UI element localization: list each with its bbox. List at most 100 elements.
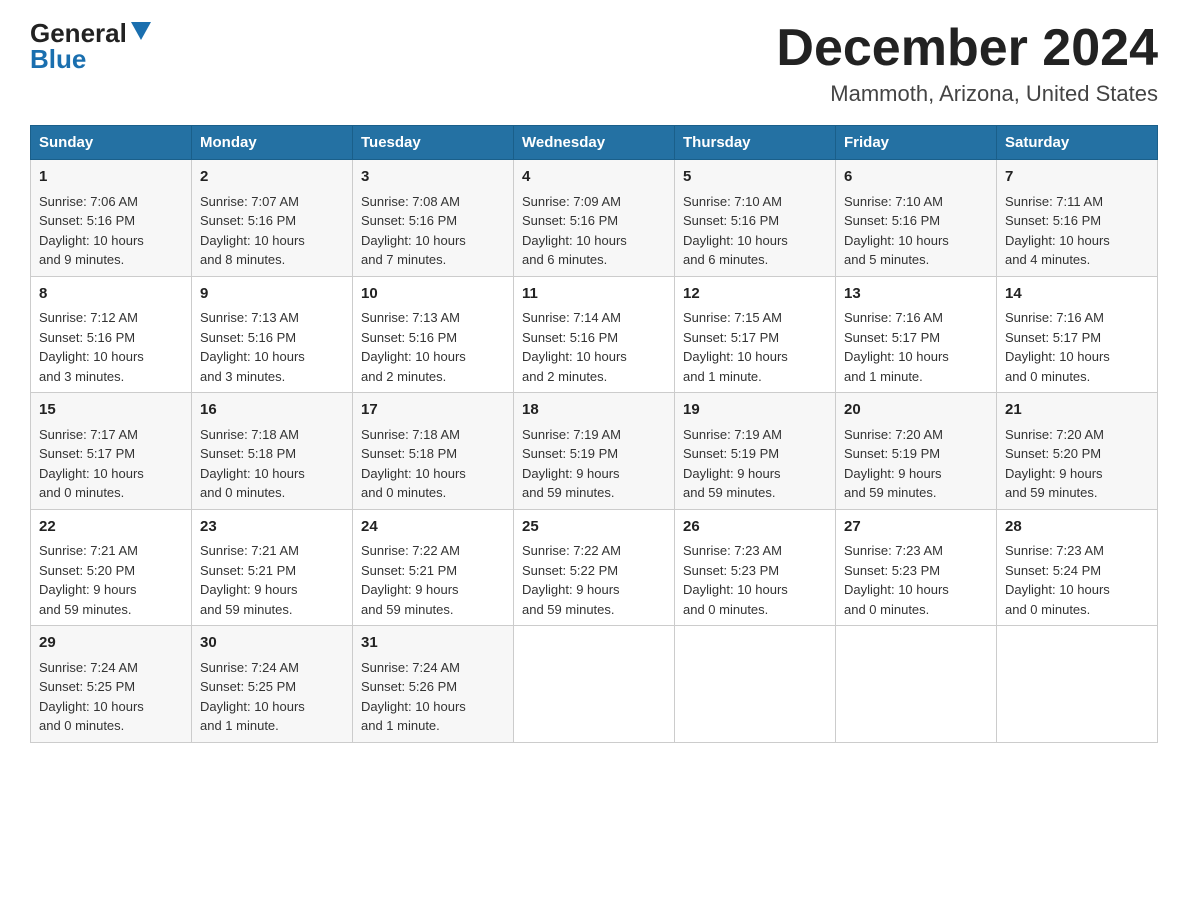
calendar-cell: 16Sunrise: 7:18 AM Sunset: 5:18 PM Dayli… — [192, 393, 353, 510]
day-info: Sunrise: 7:20 AM Sunset: 5:20 PM Dayligh… — [1005, 427, 1104, 501]
logo: General Blue — [30, 20, 151, 72]
day-info: Sunrise: 7:23 AM Sunset: 5:24 PM Dayligh… — [1005, 543, 1110, 617]
calendar-cell: 1 Sunrise: 7:06 AM Sunset: 5:16 PM Daylig… — [31, 160, 192, 277]
day-number: 31 — [361, 632, 505, 655]
calendar-cell: 10 Sunrise: 7:13 AM Sunset: 5:16 PM Dayli… — [353, 276, 514, 393]
day-number: 22 — [39, 516, 183, 539]
day-info: Sunrise: 7:08 AM Sunset: 5:16 PM Dayligh… — [361, 194, 466, 268]
logo-blue-text: Blue — [30, 46, 86, 72]
day-number: 6 — [844, 166, 988, 189]
day-number: 29 — [39, 632, 183, 655]
day-number: 16 — [200, 399, 344, 422]
day-number: 20 — [844, 399, 988, 422]
header-cell-sunday: Sunday — [31, 126, 192, 160]
day-info: Sunrise: 7:22 AM Sunset: 5:21 PM Dayligh… — [361, 543, 460, 617]
day-info: Sunrise: 7:24 AM Sunset: 5:25 PM Dayligh… — [200, 660, 305, 734]
day-info: Sunrise: 7:21 AM Sunset: 5:21 PM Dayligh… — [200, 543, 299, 617]
day-info: Sunrise: 7:16 AM Sunset: 5:17 PM Dayligh… — [1005, 310, 1110, 384]
day-number: 17 — [361, 399, 505, 422]
day-number: 27 — [844, 516, 988, 539]
calendar-cell — [675, 626, 836, 743]
calendar-cell: 12 Sunrise: 7:15 AM Sunset: 5:17 PM Dayli… — [675, 276, 836, 393]
day-info: Sunrise: 7:19 AM Sunset: 5:19 PM Dayligh… — [522, 427, 621, 501]
day-info: Sunrise: 7:06 AM Sunset: 5:16 PM Dayligh… — [39, 194, 144, 268]
calendar-cell: 7 Sunrise: 7:11 AM Sunset: 5:16 PM Daylig… — [997, 160, 1158, 277]
day-number: 25 — [522, 516, 666, 539]
calendar-cell: 22 Sunrise: 7:21 AM Sunset: 5:20 PM Dayli… — [31, 509, 192, 626]
day-info: Sunrise: 7:10 AM Sunset: 5:16 PM Dayligh… — [844, 194, 949, 268]
day-info: Sunrise: 7:22 AM Sunset: 5:22 PM Dayligh… — [522, 543, 621, 617]
calendar-cell: 18 Sunrise: 7:19 AM Sunset: 5:19 PM Dayli… — [514, 393, 675, 510]
day-info: Sunrise: 7:13 AM Sunset: 5:16 PM Dayligh… — [361, 310, 466, 384]
header-row: SundayMondayTuesdayWednesdayThursdayFrid… — [31, 126, 1158, 160]
day-info: Sunrise: 7:07 AM Sunset: 5:16 PM Dayligh… — [200, 194, 305, 268]
day-info: Sunrise: 7:24 AM Sunset: 5:26 PM Dayligh… — [361, 660, 466, 734]
day-number: 10 — [361, 283, 505, 306]
day-info: Sunrise: 7:23 AM Sunset: 5:23 PM Dayligh… — [844, 543, 949, 617]
calendar-cell: 27 Sunrise: 7:23 AM Sunset: 5:23 PM Dayli… — [836, 509, 997, 626]
month-title: December 2024 — [776, 20, 1158, 77]
calendar-cell — [836, 626, 997, 743]
calendar-cell: 26Sunrise: 7:23 AM Sunset: 5:23 PM Dayli… — [675, 509, 836, 626]
calendar-cell: 14Sunrise: 7:16 AM Sunset: 5:17 PM Dayli… — [997, 276, 1158, 393]
calendar-header: SundayMondayTuesdayWednesdayThursdayFrid… — [31, 126, 1158, 160]
calendar-cell: 3Sunrise: 7:08 AM Sunset: 5:16 PM Daylig… — [353, 160, 514, 277]
calendar-cell: 2 Sunrise: 7:07 AM Sunset: 5:16 PM Daylig… — [192, 160, 353, 277]
day-number: 1 — [39, 166, 183, 189]
week-row: 15 Sunrise: 7:17 AM Sunset: 5:17 PM Dayli… — [31, 393, 1158, 510]
page-header: General Blue December 2024 Mammoth, Ariz… — [30, 20, 1158, 107]
day-number: 15 — [39, 399, 183, 422]
calendar-table: SundayMondayTuesdayWednesdayThursdayFrid… — [30, 125, 1158, 743]
calendar-cell: 5 Sunrise: 7:10 AM Sunset: 5:16 PM Daylig… — [675, 160, 836, 277]
calendar-cell: 19Sunrise: 7:19 AM Sunset: 5:19 PM Dayli… — [675, 393, 836, 510]
calendar-cell: 21Sunrise: 7:20 AM Sunset: 5:20 PM Dayli… — [997, 393, 1158, 510]
calendar-cell — [997, 626, 1158, 743]
day-number: 4 — [522, 166, 666, 189]
title-block: December 2024 Mammoth, Arizona, United S… — [776, 20, 1158, 107]
week-row: 22 Sunrise: 7:21 AM Sunset: 5:20 PM Dayli… — [31, 509, 1158, 626]
calendar-cell: 15 Sunrise: 7:17 AM Sunset: 5:17 PM Dayli… — [31, 393, 192, 510]
day-info: Sunrise: 7:18 AM Sunset: 5:18 PM Dayligh… — [361, 427, 466, 501]
calendar-body: 1 Sunrise: 7:06 AM Sunset: 5:16 PM Daylig… — [31, 160, 1158, 743]
day-number: 12 — [683, 283, 827, 306]
header-cell-wednesday: Wednesday — [514, 126, 675, 160]
day-number: 2 — [200, 166, 344, 189]
day-info: Sunrise: 7:12 AM Sunset: 5:16 PM Dayligh… — [39, 310, 144, 384]
day-info: Sunrise: 7:17 AM Sunset: 5:17 PM Dayligh… — [39, 427, 144, 501]
day-number: 9 — [200, 283, 344, 306]
calendar-cell: 30 Sunrise: 7:24 AM Sunset: 5:25 PM Dayli… — [192, 626, 353, 743]
day-info: Sunrise: 7:20 AM Sunset: 5:19 PM Dayligh… — [844, 427, 943, 501]
day-number: 13 — [844, 283, 988, 306]
day-info: Sunrise: 7:24 AM Sunset: 5:25 PM Dayligh… — [39, 660, 144, 734]
calendar-cell: 28 Sunrise: 7:23 AM Sunset: 5:24 PM Dayli… — [997, 509, 1158, 626]
calendar-cell: 20 Sunrise: 7:20 AM Sunset: 5:19 PM Dayli… — [836, 393, 997, 510]
calendar-cell: 17 Sunrise: 7:18 AM Sunset: 5:18 PM Dayli… — [353, 393, 514, 510]
day-number: 7 — [1005, 166, 1149, 189]
day-number: 18 — [522, 399, 666, 422]
day-info: Sunrise: 7:15 AM Sunset: 5:17 PM Dayligh… — [683, 310, 788, 384]
day-info: Sunrise: 7:16 AM Sunset: 5:17 PM Dayligh… — [844, 310, 949, 384]
calendar-cell: 6 Sunrise: 7:10 AM Sunset: 5:16 PM Daylig… — [836, 160, 997, 277]
calendar-cell: 31 Sunrise: 7:24 AM Sunset: 5:26 PM Dayli… — [353, 626, 514, 743]
header-cell-saturday: Saturday — [997, 126, 1158, 160]
day-info: Sunrise: 7:14 AM Sunset: 5:16 PM Dayligh… — [522, 310, 627, 384]
day-info: Sunrise: 7:23 AM Sunset: 5:23 PM Dayligh… — [683, 543, 788, 617]
calendar-cell: 8Sunrise: 7:12 AM Sunset: 5:16 PM Daylig… — [31, 276, 192, 393]
calendar-cell: 4 Sunrise: 7:09 AM Sunset: 5:16 PM Daylig… — [514, 160, 675, 277]
day-number: 5 — [683, 166, 827, 189]
day-info: Sunrise: 7:10 AM Sunset: 5:16 PM Dayligh… — [683, 194, 788, 268]
day-number: 30 — [200, 632, 344, 655]
day-number: 24 — [361, 516, 505, 539]
day-info: Sunrise: 7:11 AM Sunset: 5:16 PM Dayligh… — [1005, 194, 1110, 268]
calendar-cell: 11Sunrise: 7:14 AM Sunset: 5:16 PM Dayli… — [514, 276, 675, 393]
day-number: 28 — [1005, 516, 1149, 539]
header-cell-friday: Friday — [836, 126, 997, 160]
header-cell-tuesday: Tuesday — [353, 126, 514, 160]
calendar-cell: 24 Sunrise: 7:22 AM Sunset: 5:21 PM Dayli… — [353, 509, 514, 626]
day-info: Sunrise: 7:09 AM Sunset: 5:16 PM Dayligh… — [522, 194, 627, 268]
logo-triangle-icon — [131, 22, 151, 40]
day-info: Sunrise: 7:21 AM Sunset: 5:20 PM Dayligh… — [39, 543, 138, 617]
week-row: 8Sunrise: 7:12 AM Sunset: 5:16 PM Daylig… — [31, 276, 1158, 393]
day-info: Sunrise: 7:19 AM Sunset: 5:19 PM Dayligh… — [683, 427, 782, 501]
calendar-cell: 29 Sunrise: 7:24 AM Sunset: 5:25 PM Dayli… — [31, 626, 192, 743]
